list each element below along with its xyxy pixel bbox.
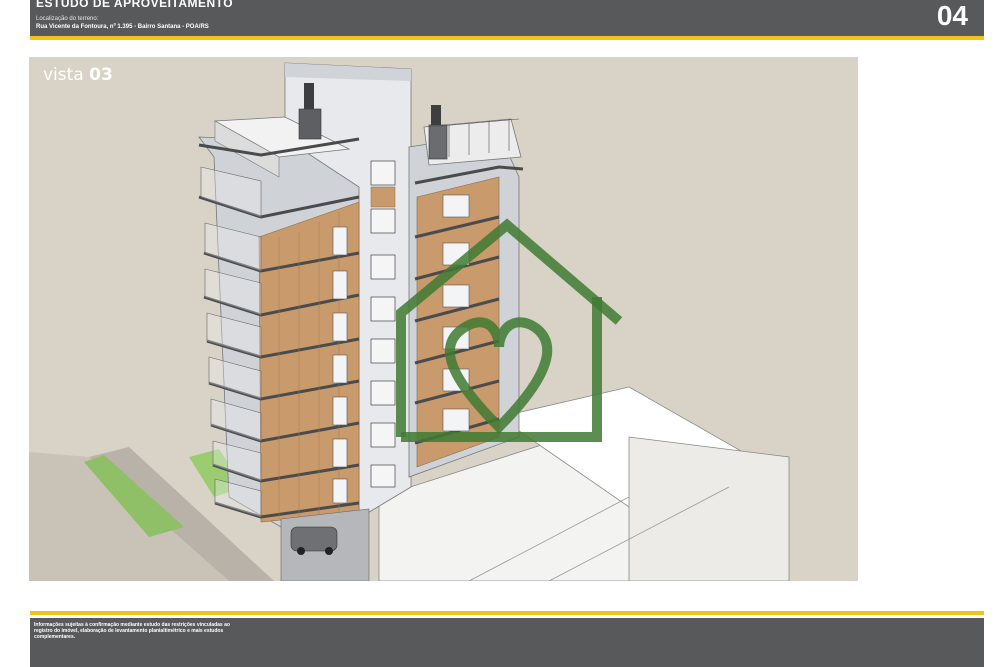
disclaimer-text: Informações sujeitas à confirmação media…: [34, 622, 230, 640]
rendering-view: vista 03: [29, 57, 858, 581]
page-header: ESTUDO DE APROVEITAMENTO Localização do …: [30, 0, 984, 36]
location-label: Localização do terreno:: [36, 16, 99, 22]
view-label: vista 03: [43, 65, 113, 85]
document-title: ESTUDO DE APROVEITAMENTO: [36, 0, 234, 10]
page-footer: Informações sujeitas à confirmação media…: [30, 618, 984, 667]
view-number: 03: [89, 65, 113, 85]
page-number: 04: [936, 0, 968, 31]
footer-accent-bar: [30, 611, 984, 615]
neighbor-block-side: [628, 436, 790, 581]
building-rendering: [29, 62, 790, 581]
location-value: Rua Vicente da Fontoura, nº 1.395 - Bair…: [36, 24, 209, 30]
header-accent-bar: [30, 36, 984, 40]
